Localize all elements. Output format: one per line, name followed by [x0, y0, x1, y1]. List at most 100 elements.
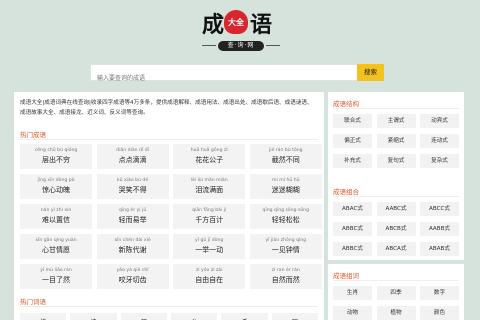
idiom-pinyin: mí mí hū hū — [272, 178, 300, 183]
tag-link[interactable]: 紧缩式 — [376, 134, 416, 148]
idiom-pinyin: diǎn diǎn dī dī — [116, 148, 149, 153]
tag-link[interactable]: 复杂式 — [420, 154, 459, 168]
tag-link[interactable]: ABCC式 — [420, 202, 459, 216]
idiom-card[interactable]: kū xiào bù dé 哭笑不得 — [96, 174, 169, 199]
hot-idioms-title: 热门成语 — [20, 131, 46, 139]
word-item[interactable]: 祖 — [120, 313, 167, 320]
tag-link[interactable]: 主谓式 — [376, 114, 416, 128]
idiom-grid: céng chū bù qióng 层出不穷 diǎn diǎn dī dī 点点滴滴… — [20, 144, 322, 289]
idiom-card[interactable]: lèi liú mǎn miàn 泪流满面 — [173, 174, 246, 199]
tag-link[interactable]: ABCB式 — [376, 222, 416, 236]
hot-words-title: 热门词语 — [20, 298, 46, 306]
word-item[interactable]: 埃 — [20, 313, 67, 320]
idiom-text: 泪流满面 — [195, 186, 224, 194]
tag-link[interactable]: 偏正式 — [333, 134, 372, 148]
idiom-pinyin: zì ran ér rán — [271, 268, 300, 273]
idiom-card[interactable]: xīn chén dài xiè 新陈代谢 — [96, 234, 169, 259]
word-group-tags: 生肖 四季 数字动物 植物 颜色 — [333, 286, 459, 320]
word-item[interactable]: 乡 — [170, 313, 218, 320]
idiom-pinyin: nán yǐ zhì xìn — [40, 208, 72, 213]
idiom-text: 新陈代谢 — [118, 246, 147, 254]
idiom-text: 难以置信 — [42, 216, 70, 224]
idiom-card[interactable]: qīng ér yì jǔ 轻而易举 — [96, 204, 169, 229]
idiom-card[interactable]: huā huā gōng zǐ 花花公子 — [173, 144, 246, 169]
idiom-card[interactable]: xīn gān qíng yuàn 心甘情愿 — [20, 234, 92, 259]
structure-tags: 联合式 主谓式 动宾式偏正式 紧缩式 连动式补充式 复句式 复杂式 — [333, 114, 459, 168]
idiom-pinyin: qiān fāng bǎi jì — [192, 208, 227, 213]
idiom-pinyin: kū xiào bù dé — [117, 178, 149, 183]
logo-line-right — [266, 45, 280, 46]
tag-link[interactable]: 连动式 — [420, 134, 459, 148]
idiom-pinyin: zì yóu zì zài — [195, 268, 223, 273]
combination-tags: ABAC式 AABC式 ABCC式 ABBC式 ABCB式 AABB式 ABBC式 ABCA式… — [333, 202, 459, 256]
idiom-card[interactable]: diǎn diǎn dī dī 点点滴滴 — [96, 144, 169, 169]
tag-link[interactable]: 数字 — [420, 286, 459, 300]
logo-char-2: 大全 — [224, 10, 248, 34]
tag-link[interactable]: ABCA式 — [376, 242, 416, 256]
idiom-text: 一目了然 — [42, 276, 70, 284]
idiom-pinyin: jīng xīn dòng pò — [37, 178, 75, 183]
idiom-text: 迷迷糊糊 — [271, 186, 300, 194]
structure-title: 成语结构 — [333, 100, 359, 108]
idiom-text: 惊心动魄 — [42, 186, 70, 194]
idiom-card[interactable]: mí mí hū hū 迷迷糊糊 — [249, 174, 322, 199]
idiom-card[interactable]: zì ran ér rán 自然而然 — [249, 264, 322, 289]
idiom-text: 咬牙切齿 — [118, 276, 147, 284]
logo-char-1: 成 — [202, 12, 225, 38]
logo-subtitle: 查·询·网 — [218, 41, 264, 51]
idiom-text: 千方百计 — [195, 216, 224, 224]
idiom-text: 一举一动 — [195, 246, 224, 254]
site-logo[interactable]: 成 大全 语 查·询·网 — [196, 10, 286, 54]
tag-link[interactable]: ABBC式 — [333, 222, 372, 236]
idiom-pinyin: huā huā gōng zǐ — [190, 148, 228, 153]
idiom-card[interactable]: qiān fāng bǎi jì 千方百计 — [173, 204, 246, 229]
idiom-card[interactable]: jīng xīn dòng pò 惊心动魄 — [20, 174, 92, 199]
idiom-pinyin: jié rán bù tóng — [268, 148, 303, 153]
search-button[interactable]: 搜索 — [357, 64, 384, 81]
idiom-card[interactable]: yǎo yá qiè chǐ 咬牙切齿 — [96, 264, 169, 289]
tag-link[interactable]: 动物 — [333, 306, 372, 320]
idiom-pinyin: yī jiàn zhōng qíng — [265, 238, 307, 243]
idiom-card[interactable]: yī mù liǎo rán 一目了然 — [20, 264, 92, 289]
idiom-card[interactable]: jié rán bù tóng 截然不同 — [249, 144, 322, 169]
tag-link[interactable]: 联合式 — [333, 114, 372, 128]
structure-panel: 成语结构 联合式 主谓式 动宾式偏正式 紧缩式 连动式补充式 复句式 复杂式 — [328, 92, 464, 180]
tag-link[interactable]: AABC式 — [376, 202, 416, 216]
tag-link[interactable]: 补充式 — [333, 154, 372, 168]
tag-link[interactable]: AABB式 — [420, 222, 459, 236]
idiom-card[interactable]: qīng qīng sōng sōng 轻轻松松 — [249, 204, 322, 229]
word-group-title: 成语组词 — [333, 272, 359, 280]
idiom-card[interactable]: céng chū bù qióng 层出不穷 — [20, 144, 92, 169]
site-intro: 成语大全|成语词典在线查询|收录四字成语等4万多条，提供成语解释、成语用法、成语… — [20, 100, 313, 116]
tag-link[interactable]: ABBC式 — [333, 242, 372, 256]
tag-link[interactable]: 动宾式 — [420, 114, 459, 128]
idiom-card[interactable]: yī jiàn zhōng qíng 一见钟情 — [249, 234, 322, 259]
idiom-pinyin: yī mù liǎo rán — [40, 268, 72, 273]
idiom-pinyin: qīng qīng sōng sōng — [262, 208, 310, 213]
word-item[interactable]: 希 — [221, 313, 268, 320]
idiom-pinyin: lèi liú mǎn miàn — [190, 178, 228, 183]
idiom-text: 哭笑不得 — [118, 186, 147, 194]
search-bar — [90, 64, 384, 86]
combination-title: 成语组合 — [333, 188, 359, 196]
tag-link[interactable]: 四季 — [376, 286, 416, 300]
idiom-card[interactable]: zì yóu zì zài 自由自在 — [173, 264, 246, 289]
word-item[interactable]: 诀 — [70, 313, 117, 320]
idiom-card[interactable]: nán yǐ zhì xìn 难以置信 — [20, 204, 92, 229]
tag-link[interactable]: ABAB式 — [420, 242, 459, 256]
logo-char-3: 语 — [250, 12, 273, 38]
idiom-card[interactable]: yī gǔ jī dòng 一举一动 — [173, 234, 246, 259]
idiom-pinyin: xīn gān qíng yuàn — [35, 238, 77, 243]
search-input[interactable] — [91, 71, 351, 86]
idiom-text: 层出不穷 — [42, 156, 70, 164]
idiom-text: 截然不同 — [271, 156, 300, 164]
word-group-panel: 成语组词 生肖 四季 数字动物 植物 颜色 — [328, 264, 464, 320]
word-item[interactable]: 厉 — [271, 313, 318, 320]
tag-link[interactable]: ABAC式 — [333, 202, 372, 216]
tag-link[interactable]: 植物 — [376, 306, 416, 320]
idiom-text: 自由自在 — [195, 276, 224, 284]
tag-link[interactable]: 复句式 — [376, 154, 416, 168]
idiom-text: 心甘情愿 — [42, 246, 70, 254]
tag-link[interactable]: 颜色 — [420, 306, 459, 320]
tag-link[interactable]: 生肖 — [333, 286, 372, 300]
